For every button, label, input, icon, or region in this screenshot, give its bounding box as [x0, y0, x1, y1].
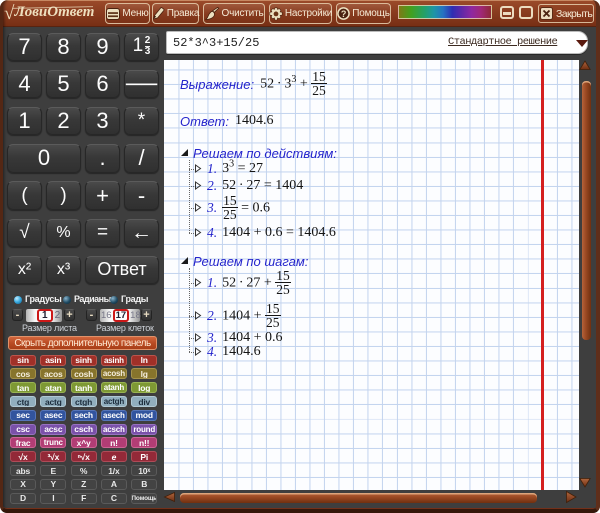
svg-text:?: ? — [341, 9, 346, 19]
